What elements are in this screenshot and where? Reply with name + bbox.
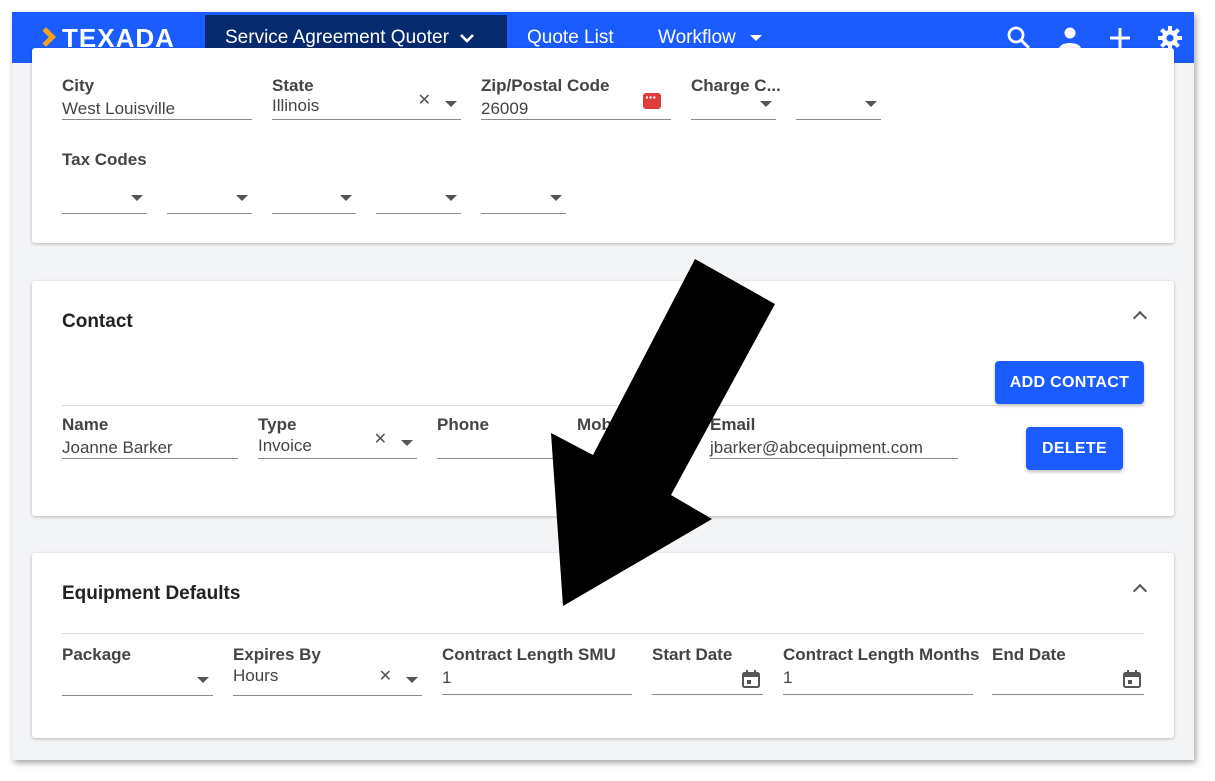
caret-down-icon[interactable] — [340, 195, 352, 201]
caret-down-icon[interactable] — [197, 677, 209, 683]
package-label: Package — [62, 645, 131, 664]
clear-icon[interactable]: ✕ — [418, 90, 431, 110]
contact-name-label: Name — [62, 415, 109, 434]
delete-contact-button[interactable]: DELETE — [1026, 427, 1123, 470]
contact-type-value: Invoice — [258, 436, 312, 455]
contract-length-months-value: 1 — [783, 668, 793, 687]
expires-by-label: Expires By — [233, 645, 321, 664]
contract-length-smu-field[interactable]: Contract Length SMU 1 — [442, 645, 632, 695]
caret-down-icon[interactable] — [550, 195, 562, 201]
contact-mobile-label: Mob — [577, 415, 612, 434]
caret-down-icon[interactable] — [401, 440, 413, 446]
city-value: West Louisville — [62, 99, 176, 118]
tax-code-select-5[interactable] — [481, 170, 566, 214]
chevron-down-icon — [459, 33, 474, 43]
caret-down-icon[interactable] — [406, 677, 418, 683]
caret-down-icon[interactable] — [865, 101, 877, 107]
tax-code-select-3[interactable] — [272, 170, 356, 214]
contact-email-value: jbarker@abcequipment.com — [710, 438, 923, 457]
caret-down-icon — [749, 34, 762, 41]
contact-title: Contact — [62, 311, 133, 332]
contract-length-months-field[interactable]: Contract Length Months 1 — [783, 645, 979, 695]
contact-type-select[interactable]: Type Invoice ✕ — [258, 415, 417, 459]
contact-name-value: Joanne Barker — [62, 438, 173, 457]
start-date-field[interactable]: Start Date — [652, 645, 763, 695]
tax-code-select-2[interactable] — [167, 170, 252, 214]
calendar-icon[interactable] — [741, 669, 761, 689]
nav-active-label: Service Agreement Quoter — [225, 26, 449, 48]
contact-mobile-field[interactable]: Mob — [577, 415, 690, 459]
zip-value: 26009 — [481, 99, 529, 118]
state-select[interactable]: State Illinois ✕ — [272, 76, 461, 120]
caret-down-icon[interactable] — [131, 195, 143, 201]
contact-email-field[interactable]: Email jbarker@abcequipment.com — [710, 415, 958, 459]
contract-length-smu-value: 1 — [442, 668, 452, 687]
zip-field[interactable]: Zip/Postal Code 26009 — [481, 76, 671, 120]
nav-workflow-label: Workflow — [658, 26, 736, 48]
contact-phone-field[interactable]: Phone — [437, 415, 557, 459]
equipment-defaults-title: Equipment Defaults — [62, 583, 241, 604]
caret-down-icon[interactable] — [445, 101, 457, 107]
caret-down-icon[interactable] — [445, 195, 457, 201]
address-card: City West Louisville State Illinois ✕ Zi… — [32, 48, 1174, 243]
package-select[interactable]: Package — [62, 645, 213, 696]
charge-code-select[interactable]: Charge C... — [691, 76, 781, 120]
end-date-label: End Date — [992, 645, 1066, 664]
city-field[interactable]: City West Louisville — [62, 76, 252, 120]
charge-code-select-2[interactable] — [796, 76, 881, 120]
clear-icon[interactable]: ✕ — [374, 429, 387, 449]
collapse-icon[interactable] — [1132, 307, 1148, 323]
contract-length-months-label: Contract Length Months — [783, 645, 980, 664]
contact-email-label: Email — [710, 415, 756, 434]
end-date-field[interactable]: End Date — [992, 645, 1144, 695]
tax-code-select-4[interactable] — [376, 170, 461, 214]
tax-codes-label-wrap: Tax Codes — [62, 150, 147, 170]
add-contact-button[interactable]: ADD CONTACT — [995, 361, 1144, 404]
state-value: Illinois — [272, 96, 320, 115]
equipment-defaults-card: Equipment Defaults Package Expires By Ho… — [32, 553, 1174, 738]
calendar-icon[interactable] — [1122, 669, 1142, 689]
caret-down-icon[interactable] — [236, 195, 248, 201]
expires-by-value: Hours — [233, 666, 279, 685]
contract-length-smu-label: Contract Length SMU — [442, 645, 616, 664]
app-window: TEXADA Service Agreement Quoter Quote Li… — [12, 12, 1194, 760]
equipment-divider — [62, 633, 1144, 634]
contact-type-label: Type — [258, 415, 297, 434]
tax-code-select-1[interactable] — [62, 170, 147, 214]
zip-label: Zip/Postal Code — [481, 76, 610, 95]
collapse-icon[interactable] — [1132, 580, 1148, 596]
start-date-label: Start Date — [652, 645, 733, 664]
caret-down-icon[interactable] — [760, 101, 772, 107]
contact-phone-label: Phone — [437, 415, 489, 434]
logo-chevron-icon — [38, 27, 54, 49]
clear-icon[interactable]: ✕ — [379, 666, 392, 686]
contact-name-field[interactable]: Name Joanne Barker — [62, 415, 238, 459]
nav-quote-list-label: Quote List — [527, 26, 614, 48]
password-icon[interactable] — [643, 89, 661, 109]
city-label: City — [62, 76, 95, 95]
charge-code-label: Charge C... — [691, 76, 781, 95]
contact-card: Contact ADD CONTACT Name Joanne Barker T… — [32, 281, 1174, 516]
contact-divider — [62, 405, 1144, 406]
tax-codes-label: Tax Codes — [62, 150, 147, 169]
expires-by-select[interactable]: Expires By Hours ✕ — [233, 645, 422, 696]
state-label: State — [272, 76, 314, 95]
